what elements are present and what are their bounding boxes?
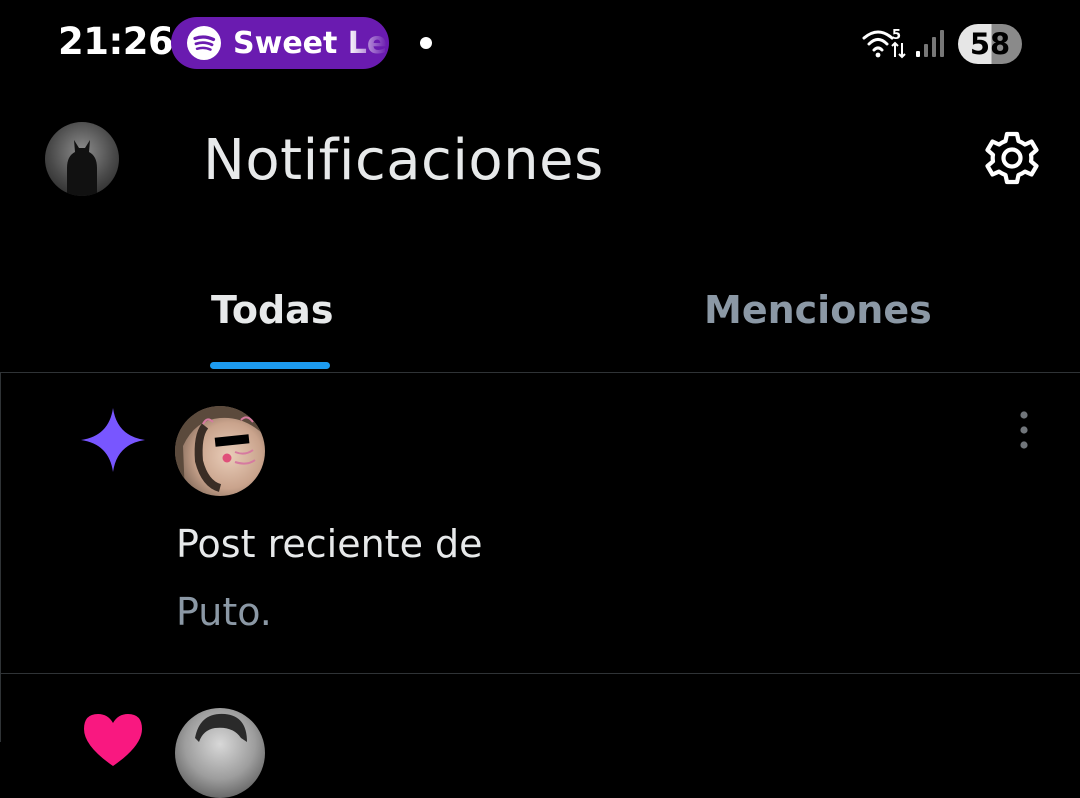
tabs-divider — [0, 372, 1080, 373]
wifi-band-label: 5 — [892, 28, 901, 43]
sparkle-icon — [81, 408, 145, 472]
notification-subtext: Puto. — [176, 590, 272, 634]
notification-author-avatar[interactable] — [175, 406, 265, 496]
wifi-icon: 5 — [862, 28, 906, 59]
notification-author-avatar[interactable] — [175, 708, 265, 798]
tab-menciones[interactable]: Menciones — [704, 288, 932, 332]
signal-icon — [916, 30, 944, 57]
settings-gear-icon[interactable] — [980, 126, 1044, 190]
author-avatar-image — [195, 713, 247, 742]
spotify-icon — [187, 26, 221, 60]
status-time: 21:26 — [58, 20, 174, 63]
page-title: Notificaciones — [203, 128, 604, 193]
heart-icon — [84, 714, 142, 766]
tab-todas[interactable]: Todas — [211, 288, 333, 332]
author-avatar-image — [175, 406, 265, 496]
active-tab-indicator — [210, 362, 330, 369]
status-bar: 21:26 Sweet Le 5 58 — [0, 0, 1080, 90]
notification-divider — [0, 673, 1080, 674]
battery-indicator: 58 — [958, 24, 1022, 64]
notification-text: Post reciente de — [176, 522, 483, 566]
profile-avatar-image — [67, 140, 97, 196]
timeline-left-border — [0, 372, 1, 742]
more-options-icon[interactable] — [1010, 408, 1038, 452]
now-playing-title: Sweet Le — [233, 25, 388, 61]
now-playing-pill[interactable]: Sweet Le — [171, 17, 389, 69]
notification-tabs: Todas Menciones — [0, 270, 1080, 374]
battery-level: 58 — [969, 27, 1011, 61]
notification-dot-icon — [420, 37, 432, 49]
profile-avatar[interactable] — [45, 122, 119, 196]
